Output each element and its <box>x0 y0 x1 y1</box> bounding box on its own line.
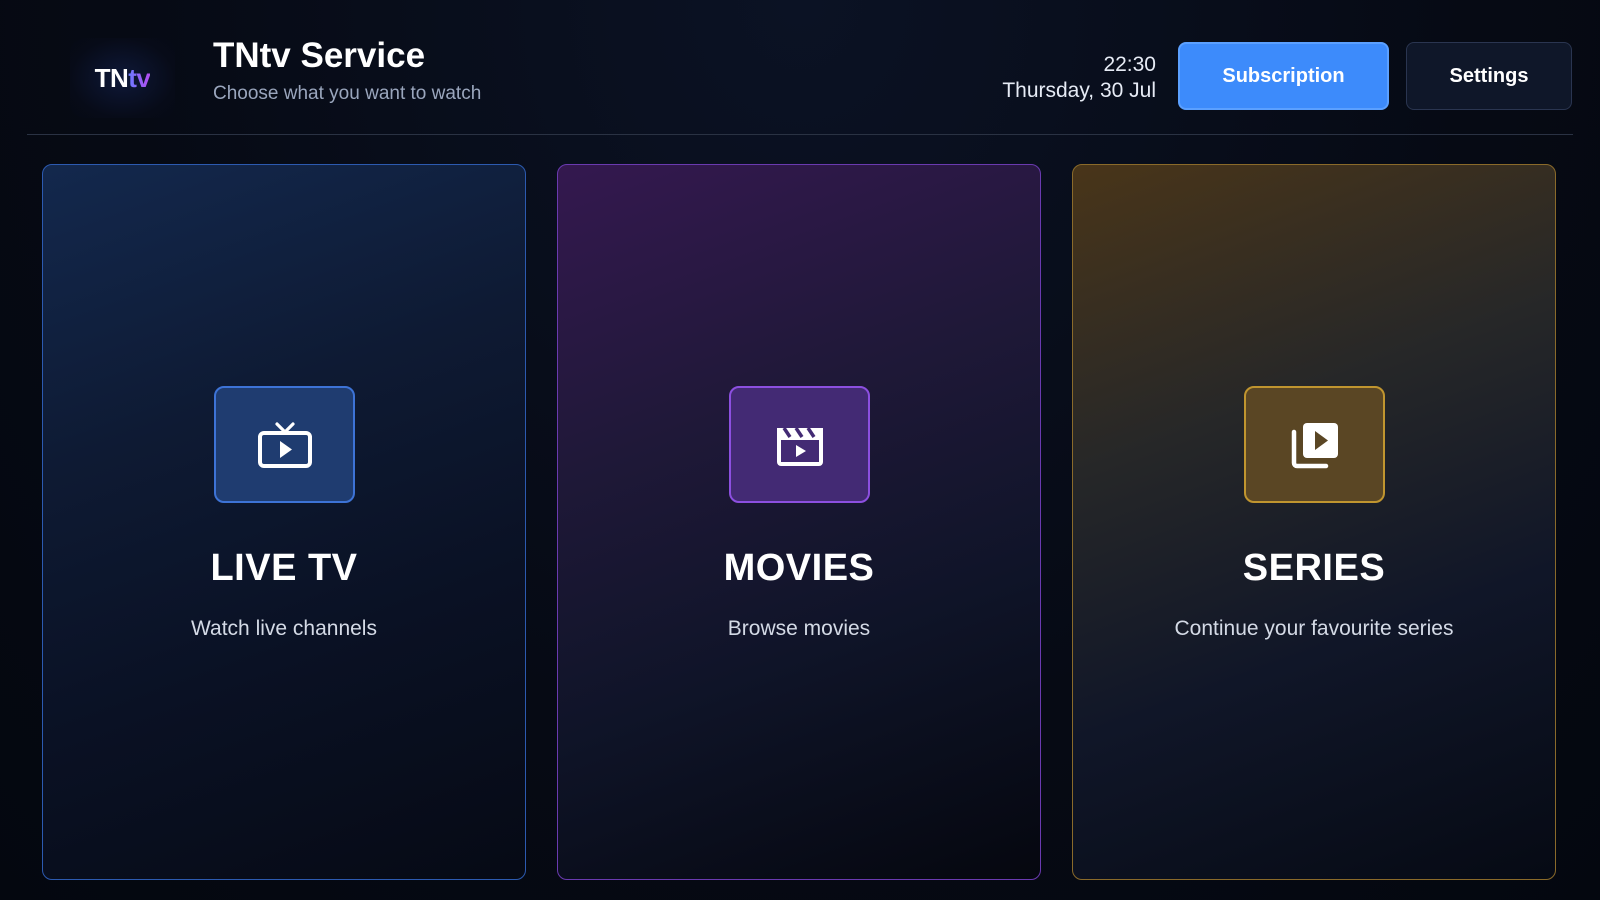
card-description: Watch live channels <box>191 617 377 640</box>
app-root: TN tv TNtv Service Choose what you want t… <box>0 0 1600 900</box>
header: TN tv TNtv Service Choose what you want t… <box>0 0 1600 136</box>
card-icon-box <box>214 386 355 503</box>
header-divider <box>27 134 1573 135</box>
page-subtitle: Choose what you want to watch <box>213 83 482 104</box>
card-description: Browse movies <box>727 617 871 640</box>
logo-text-tn: TN <box>94 62 129 93</box>
app-logo: TN tv <box>70 38 175 118</box>
card-movies[interactable]: MOVIES Browse movies <box>557 164 1041 880</box>
subscription-button[interactable]: Subscription <box>1178 42 1389 110</box>
clock-time: 22:30 <box>1103 53 1156 76</box>
card-title: SERIES <box>1242 547 1386 589</box>
clock: 22:30 Thursday, 30 Jul <box>1002 52 1156 104</box>
card-title: MOVIES <box>723 547 875 589</box>
clock-date: Thursday, 30 Jul <box>1002 79 1156 102</box>
logo-text-tv: tv <box>128 62 151 93</box>
tv-play-icon <box>257 421 312 468</box>
card-live-tv[interactable]: LIVE TV Watch live channels <box>42 164 526 880</box>
card-icon-box <box>1244 386 1385 503</box>
card-series[interactable]: SERIES Continue your favourite series <box>1072 164 1556 880</box>
card-title: LIVE TV <box>210 547 358 589</box>
card-description: Continue your favourite series <box>1174 617 1454 640</box>
card-icon-box <box>729 386 870 503</box>
clapperboard-icon <box>776 426 823 466</box>
video-library-icon <box>1291 422 1338 468</box>
page-title: TNtv Service <box>213 36 426 75</box>
settings-button[interactable]: Settings <box>1406 42 1572 110</box>
